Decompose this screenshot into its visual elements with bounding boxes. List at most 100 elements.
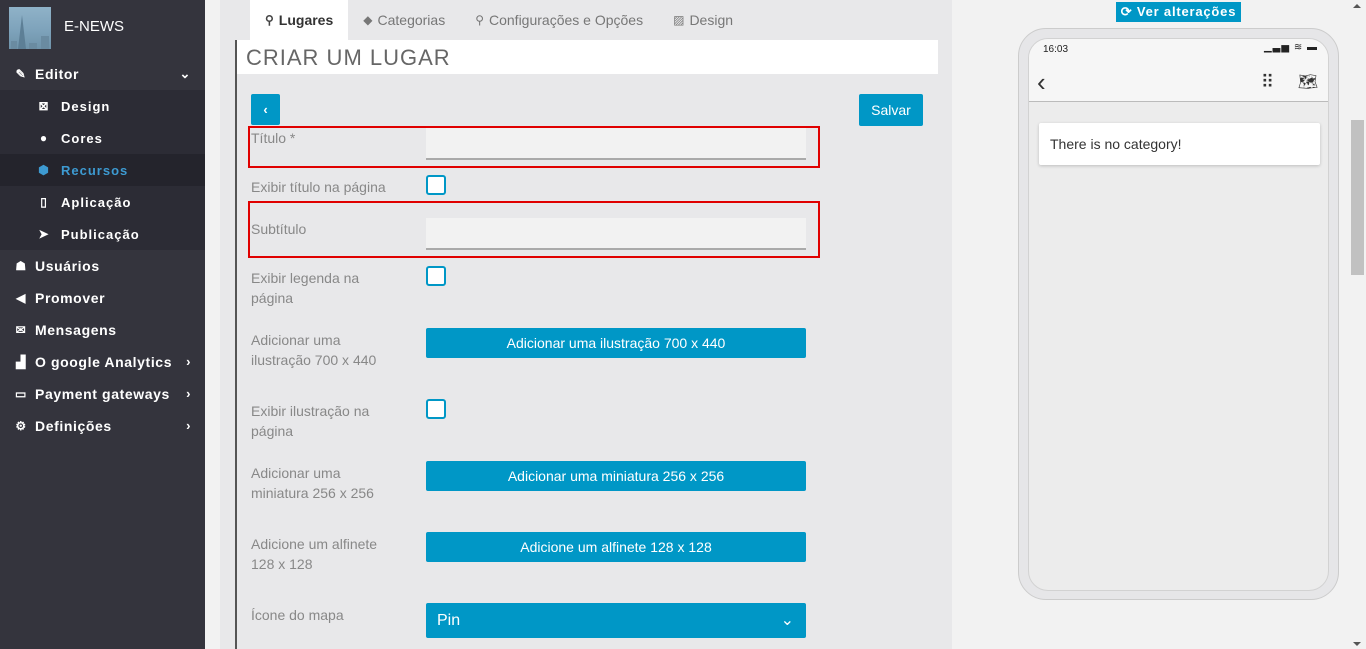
- sidebar-item-label: Definições: [35, 418, 112, 434]
- refresh-icon: ⟳: [1120, 4, 1133, 19]
- chevron-right-icon: ›: [186, 354, 191, 369]
- ilustracao-label: Adicionar uma ilustração 700 x 440: [251, 332, 377, 368]
- ver-alteracoes-button[interactable]: ⟳ Ver alterações: [1116, 2, 1241, 22]
- image-icon: ▨: [673, 13, 685, 27]
- app-logo: [9, 7, 51, 49]
- tab-configuracoes[interactable]: ⚲ Configurações e Opções: [460, 0, 658, 40]
- sidebar-item-label: Editor: [35, 66, 80, 82]
- chevron-down-icon: ⌄: [179, 66, 191, 81]
- paper-plane-icon: ➤: [38, 227, 50, 241]
- editor-submenu: ⊠ Design ● Cores ⬢ Recursos ▯ Aplicação …: [0, 90, 205, 250]
- phone-status-bar: 16:03 ▁▃▅ ≋ ▬: [1029, 39, 1328, 65]
- back-button[interactable]: ‹: [251, 94, 280, 125]
- status-time: 16:03: [1043, 44, 1069, 55]
- phone-screen: 16:03 ▁▃▅ ≋ ▬ ‹ ⠿ 🗺︎ There is no categor…: [1028, 38, 1329, 591]
- sidebar-item-label: Aplicação: [61, 194, 132, 210]
- sidebar: E-NEWS ✎ Editor ⌄ ⊠ Design ● Cores ⬢ Rec…: [0, 0, 205, 649]
- tab-label: Configurações e Opções: [489, 12, 644, 28]
- credit-card-icon: ▭: [15, 387, 27, 401]
- sidebar-item-publicacao[interactable]: ➤ Publicação: [0, 218, 205, 250]
- cube-icon: ⬢: [38, 163, 50, 177]
- chart-icon: ▟: [16, 355, 26, 369]
- palette-icon: ●: [39, 131, 49, 145]
- mobile-icon: ▯: [40, 195, 48, 209]
- map-icon[interactable]: 🗺︎: [1298, 72, 1318, 92]
- pencil-icon: ✎: [15, 67, 27, 81]
- signal-icon: ▁▃▅: [1263, 42, 1291, 53]
- add-pin-button[interactable]: Adicione um alfinete 128 x 128: [426, 532, 806, 562]
- icone-mapa-label: Ícone do mapa: [251, 607, 344, 623]
- button-label: Ver alterações: [1136, 4, 1237, 19]
- subtitulo-input[interactable]: [426, 218, 806, 250]
- brand[interactable]: E-NEWS: [9, 7, 205, 49]
- scrollbar[interactable]: [1349, 0, 1366, 649]
- titulo-input[interactable]: [426, 128, 806, 160]
- sidebar-item-label: Promover: [35, 290, 106, 306]
- chevron-right-icon: ›: [186, 418, 191, 433]
- phone-app-bar: ‹ ⠿ 🗺︎: [1029, 65, 1328, 102]
- tab-label: Categorias: [377, 12, 446, 28]
- scrollbar-thumb[interactable]: [1351, 120, 1364, 275]
- grid-icon[interactable]: ⠿: [1261, 72, 1274, 93]
- alfinete-label: Adicione um alfinete 128 x 128: [251, 536, 378, 572]
- tab-bar: ⚲ Lugares ◆ Categorias ⚲ Configurações e…: [250, 0, 748, 40]
- users-icon: ☗: [15, 259, 27, 273]
- search-icon: ⚲: [475, 13, 484, 27]
- map-marker-icon: ⚲: [265, 13, 274, 27]
- miniatura-label: Adicionar uma miniatura 256 x 256: [251, 465, 374, 501]
- titulo-label: Título *: [251, 130, 296, 146]
- exibir-legenda-label: Exibir legenda na página: [251, 270, 360, 306]
- exibir-ilustracao-checkbox[interactable]: [426, 399, 446, 419]
- scroll-down-arrow-icon[interactable]: [1353, 642, 1361, 646]
- tags-icon: ◆: [363, 13, 373, 27]
- sidebar-item-label: Payment gateways: [35, 386, 170, 402]
- map-icon-select[interactable]: Pin ⌄: [426, 603, 806, 638]
- app-name: E-NEWS: [64, 18, 124, 35]
- phone-preview: 16:03 ▁▃▅ ≋ ▬ ‹ ⠿ 🗺︎ There is no categor…: [1018, 28, 1339, 600]
- sidebar-item-label: Mensagens: [35, 322, 117, 338]
- sidebar-item-label: O google Analytics: [35, 354, 173, 370]
- tab-categorias[interactable]: ◆ Categorias: [348, 0, 460, 40]
- page-header: CRIAR UM LUGAR: [237, 40, 938, 74]
- exibir-titulo-label: Exibir título na página: [251, 179, 386, 195]
- sidebar-item-aplicacao[interactable]: ▯ Aplicação: [0, 186, 205, 218]
- exibir-ilustracao-label: Exibir ilustração na página: [251, 403, 370, 439]
- sidebar-item-usuarios[interactable]: ☗ Usuários: [0, 250, 205, 282]
- sidebar-item-cores[interactable]: ● Cores: [0, 122, 205, 154]
- sidebar-item-mensagens[interactable]: ✉ Mensagens: [0, 314, 205, 346]
- sidebar-item-promover[interactable]: ◀ Promover: [0, 282, 205, 314]
- add-illustration-button[interactable]: Adicionar uma ilustração 700 x 440: [426, 328, 806, 358]
- chevron-down-icon: ⌄: [780, 612, 794, 629]
- battery-icon: ▬: [1307, 42, 1318, 53]
- main-content: ⚲ Lugares ◆ Categorias ⚲ Configurações e…: [220, 0, 952, 649]
- sidebar-item-label: Publicação: [61, 226, 140, 242]
- tab-label: Lugares: [278, 12, 334, 28]
- wifi-icon: ≋: [1293, 42, 1304, 53]
- scroll-up-arrow-icon[interactable]: [1353, 4, 1361, 8]
- sidebar-item-editor[interactable]: ✎ Editor ⌄: [0, 58, 205, 90]
- save-button[interactable]: Salvar: [859, 94, 923, 126]
- subtitulo-label: Subtítulo: [251, 221, 307, 237]
- exibir-titulo-checkbox[interactable]: [426, 175, 446, 195]
- tab-label: Design: [689, 12, 734, 28]
- chevron-right-icon: ›: [186, 386, 191, 401]
- sidebar-item-definicoes[interactable]: ⚙ Definições ›: [0, 410, 205, 442]
- page-title: CRIAR UM LUGAR: [246, 45, 451, 70]
- sidebar-item-label: Cores: [61, 130, 103, 146]
- cogs-icon: ⚙: [15, 419, 27, 433]
- sidebar-item-design[interactable]: ⊠ Design: [0, 90, 205, 122]
- panel-border: [235, 40, 237, 649]
- select-value: Pin: [437, 612, 461, 629]
- chevron-left-icon[interactable]: ‹: [1037, 67, 1046, 98]
- sidebar-item-recursos[interactable]: ⬢ Recursos: [0, 154, 205, 186]
- sidebar-item-analytics[interactable]: ▟ O google Analytics ›: [0, 346, 205, 378]
- exibir-legenda-checkbox[interactable]: [426, 266, 446, 286]
- bullhorn-icon: ◀: [16, 291, 26, 305]
- sidebar-item-payment-gateways[interactable]: ▭ Payment gateways ›: [0, 378, 205, 410]
- tab-design[interactable]: ▨ Design: [658, 0, 748, 40]
- tab-lugares[interactable]: ⚲ Lugares: [250, 0, 349, 40]
- add-thumbnail-button[interactable]: Adicionar uma miniatura 256 x 256: [426, 461, 806, 491]
- sidebar-item-label: Design: [61, 98, 111, 114]
- design-icon: ⊠: [38, 99, 50, 113]
- envelope-icon: ✉: [15, 323, 27, 337]
